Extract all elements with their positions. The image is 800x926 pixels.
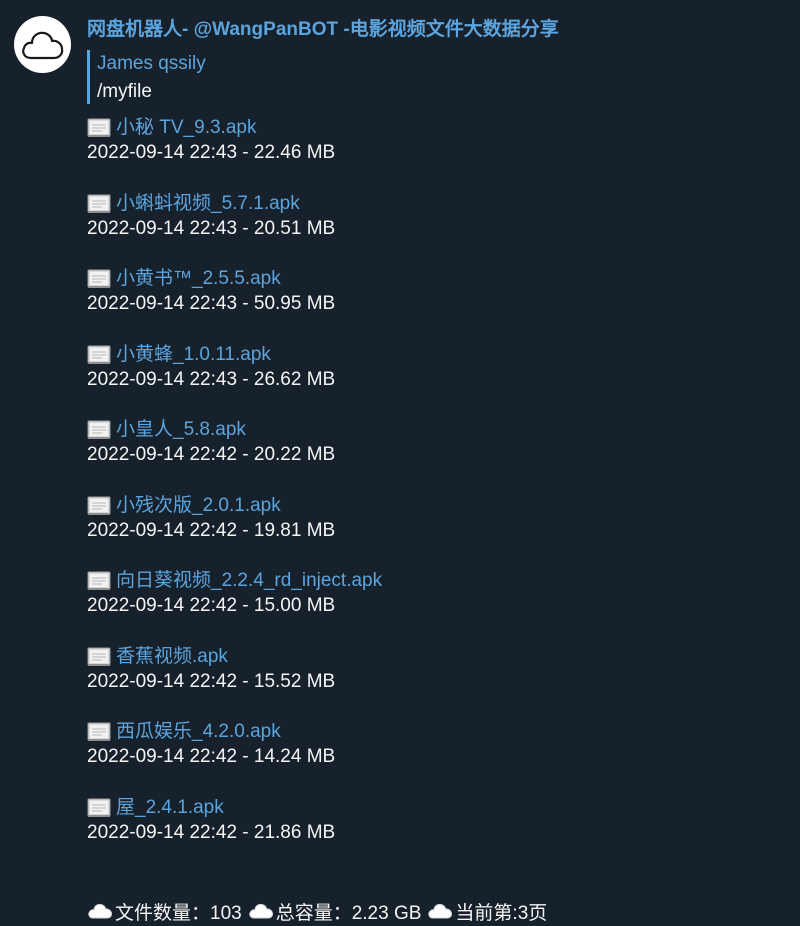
file-entry: 西瓜娱乐_4.2.0.apk 2022-09-14 22:42 - 14.24 …: [87, 719, 787, 795]
file-entry: 小蝌蚪视频_5.7.1.apk 2022-09-14 22:43 - 20.51…: [87, 191, 787, 267]
cloud-icon: [88, 903, 113, 919]
file-entry: 小秘 TV_9.3.apk 2022-09-14 22:43 - 22.46 M…: [87, 115, 787, 191]
document-icon: [87, 647, 111, 666]
file-meta: 2022-09-14 22:43 - 26.62 MB: [87, 368, 336, 390]
document-icon: [87, 118, 111, 137]
file-meta: 2022-09-14 22:42 - 21.86 MB: [87, 821, 336, 843]
cloud-icon: [249, 903, 273, 919]
file-meta: 2022-09-14 22:42 - 19.81 MB: [87, 519, 336, 541]
file-link[interactable]: 香蕉视频.apk: [116, 644, 228, 670]
file-meta: 2022-09-14 22:43 - 22.46 MB: [87, 142, 336, 163]
current-page-text: 当前第:3页: [455, 902, 548, 924]
file-link[interactable]: 小秘 TV_9.3.apk: [116, 115, 256, 141]
file-link[interactable]: 小黄书™_2.5.5.apk: [116, 266, 281, 292]
file-meta: 2022-09-14 22:42 - 15.00 MB: [87, 595, 336, 616]
file-meta: 2022-09-14 22:42 - 15.52 MB: [87, 670, 336, 692]
stats-footer: 文件数量：103 总容量：2.23 GB 当前第:3页: [87, 896, 553, 926]
file-entry: 小皇人_5.8.apk 2022-09-14 22:42 - 20.22 MB: [87, 417, 787, 493]
file-entry: 屋_2.4.1.apk 2022-09-14 22:42 - 21.86 MB: [87, 795, 787, 871]
file-meta: 2022-09-14 22:43 - 20.51 MB: [87, 217, 336, 239]
document-icon: [87, 798, 111, 817]
cloud-icon: [21, 31, 63, 59]
file-link[interactable]: 向日葵视频_2.2.4_rd_inject.apk: [116, 568, 382, 594]
document-icon: [87, 571, 111, 590]
reply-text: /myfile: [97, 81, 152, 102]
document-icon: [87, 496, 111, 515]
document-icon: [87, 345, 111, 364]
file-entry: 小黄蜂_1.0.11.apk 2022-09-14 22:43 - 26.62 …: [87, 342, 787, 418]
file-meta: 2022-09-14 22:42 - 20.22 MB: [87, 444, 336, 465]
bot-message: 网盘机器人- @WangPanBOT -电影视频文件大数据分享 James qs…: [87, 16, 787, 870]
file-link[interactable]: 小皇人_5.8.apk: [116, 417, 246, 443]
total-size-stat: 总容量：2.23 GB: [248, 898, 422, 925]
bot-avatar[interactable]: [14, 16, 71, 73]
file-link[interactable]: 小残次版_2.0.1.apk: [116, 493, 281, 519]
document-icon: [87, 269, 111, 288]
document-icon: [87, 420, 111, 439]
chat-view: 网盘机器人- @WangPanBOT -电影视频文件大数据分享 James qs…: [0, 0, 800, 926]
file-count-stat: 文件数量：103: [87, 898, 242, 925]
file-link[interactable]: 小黄蜂_1.0.11.apk: [116, 342, 271, 368]
file-entry: 小黄书™_2.5.5.apk 2022-09-14 22:43 - 50.95 …: [87, 266, 787, 342]
document-icon: [87, 194, 111, 213]
file-meta: 2022-09-14 22:42 - 14.24 MB: [87, 746, 336, 767]
total-size-text: 总容量：2.23 GB: [275, 902, 422, 924]
file-link[interactable]: 西瓜娱乐_4.2.0.apk: [116, 719, 281, 745]
reply-quote[interactable]: James qssily /myfile: [87, 50, 787, 104]
file-count-text: 文件数量：103: [115, 902, 242, 924]
file-meta: 2022-09-14 22:43 - 50.95 MB: [87, 293, 336, 314]
file-list: 小秘 TV_9.3.apk 2022-09-14 22:43 - 22.46 M…: [87, 115, 787, 870]
document-icon: [87, 722, 111, 741]
sender-name[interactable]: 网盘机器人- @WangPanBOT -电影视频文件大数据分享: [87, 16, 787, 44]
file-link[interactable]: 小蝌蚪视频_5.7.1.apk: [116, 191, 300, 217]
file-entry: 小残次版_2.0.1.apk 2022-09-14 22:42 - 19.81 …: [87, 493, 787, 569]
cloud-icon: [428, 903, 453, 919]
file-entry: 香蕉视频.apk 2022-09-14 22:42 - 15.52 MB: [87, 644, 787, 720]
reply-author: James qssily: [97, 53, 206, 74]
file-entry: 向日葵视频_2.2.4_rd_inject.apk 2022-09-14 22:…: [87, 568, 787, 644]
file-link[interactable]: 屋_2.4.1.apk: [116, 795, 224, 821]
current-page-stat: 当前第:3页: [427, 898, 547, 925]
